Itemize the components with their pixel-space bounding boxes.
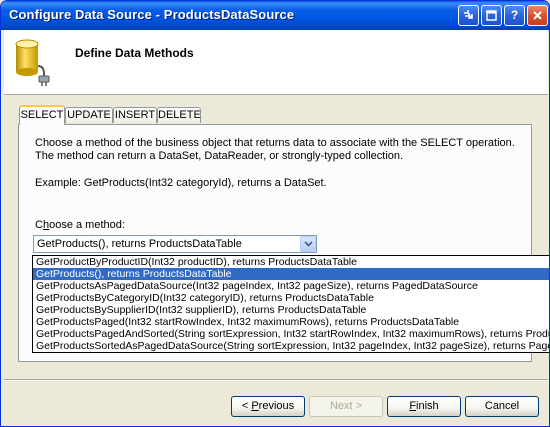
title-bar[interactable]: Configure Data Source - ProductsDataSour… <box>1 1 549 30</box>
method-option[interactable]: GetProductsBySupplierID(Int32 supplierID… <box>33 304 549 316</box>
tab-select[interactable]: SELECT <box>19 105 65 125</box>
next-button[interactable]: Next > <box>309 396 383 417</box>
cancel-button[interactable]: Cancel <box>465 396 539 417</box>
method-option[interactable]: GetProductByProductID(Int32 productID), … <box>33 256 549 268</box>
database-plug-icon <box>12 36 56 91</box>
page-title: Define Data Methods <box>75 46 194 60</box>
tab-delete[interactable]: DELETE <box>157 107 201 123</box>
method-description: Choose a method of the business object t… <box>35 137 515 162</box>
method-option[interactable]: GetProductsPagedAndSorted(String sortExp… <box>33 328 549 340</box>
finish-button[interactable]: Finish <box>387 396 461 417</box>
method-option-selected[interactable]: GetProducts(), returns ProductsDataTable <box>33 268 549 280</box>
tab-insert[interactable]: INSERT <box>113 107 157 123</box>
choose-method-label: Choose a method: <box>35 219 125 231</box>
previous-button[interactable]: < Previous <box>231 396 305 417</box>
configure-data-source-dialog: Configure Data Source - ProductsDataSour… <box>0 0 550 427</box>
window-title: Configure Data Source - ProductsDataSour… <box>9 7 295 22</box>
method-option[interactable]: GetProductsAsPagedDataSource(Int32 pageI… <box>33 280 549 292</box>
help-icon[interactable]: ? <box>504 5 525 26</box>
footer-divider <box>4 379 548 381</box>
wizard-header: Define Data Methods <box>4 30 548 95</box>
method-option[interactable]: GetProductsByCategoryID(Int32 categoryID… <box>33 292 549 304</box>
tab-update[interactable]: UPDATE <box>65 107 113 123</box>
method-option[interactable]: GetProductsSortedAsPagedDataSource(Strin… <box>33 340 549 352</box>
method-example: Example: GetProducts(Int32 categoryId), … <box>35 177 327 189</box>
method-option[interactable]: GetProductsPaged(Int32 startRowIndex, In… <box>33 316 549 328</box>
restore-icon[interactable] <box>458 5 479 26</box>
method-dropdown-list[interactable]: GetProductByProductID(Int32 productID), … <box>32 255 549 353</box>
maximize-icon[interactable] <box>481 5 502 26</box>
method-dropdown-value: GetProducts(), returns ProductsDataTable <box>37 238 242 250</box>
chevron-down-icon[interactable] <box>300 236 316 252</box>
close-icon[interactable] <box>527 5 548 26</box>
method-dropdown[interactable]: GetProducts(), returns ProductsDataTable <box>33 235 317 253</box>
